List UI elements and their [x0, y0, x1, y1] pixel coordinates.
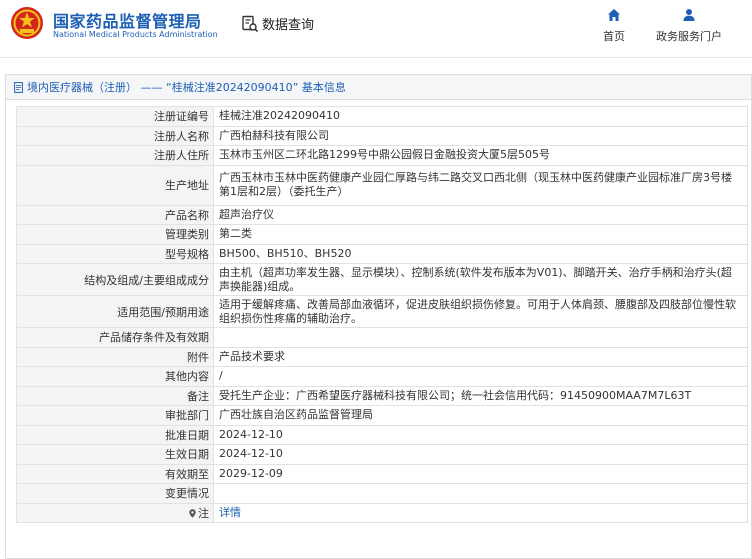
table-row: 产品储存条件及有效期 — [16, 327, 748, 348]
data-query-label: 数据查询 — [262, 18, 315, 33]
table-row: 管理类别 第二类 — [16, 224, 748, 245]
table-row: 备注 受托生产企业：广西希望医疗器械科技有限公司；统一社会信用代码：914509… — [16, 385, 748, 406]
field-value: 玉林市玉州区二环北路1299号中鼎公园假日金融投资大厦5层505号 — [213, 145, 748, 166]
field-value: 超声治疗仪 — [213, 204, 748, 225]
note-label-cell: 注 — [16, 502, 214, 523]
field-value: 2024-12-10 — [213, 444, 748, 465]
table-row: 产品名称 超声治疗仪 — [16, 204, 748, 225]
details-link[interactable]: 详情 — [219, 506, 241, 519]
table-row: 有效期至 2029-12-09 — [16, 463, 748, 484]
field-label: 产品名称 — [16, 204, 214, 225]
field-label: 生产地址 — [16, 164, 214, 206]
table-row: 其他内容 / — [16, 366, 748, 387]
table-row: 注册人住所 玉林市玉州区二环北路1299号中鼎公园假日金融投资大厦5层505号 — [16, 145, 748, 166]
field-value: / — [213, 366, 748, 387]
nav-home[interactable]: 首页 — [603, 8, 625, 44]
table-row: 结构及组成/主要组成成分 由主机（超声功率发生器、显示模块）、控制系统(软件发布… — [16, 263, 748, 296]
table-row: 注册人名称 广西柏赫科技有限公司 — [16, 125, 748, 146]
nav-service-label: 政务服务门户 — [656, 30, 722, 43]
field-value: 广西柏赫科技有限公司 — [213, 125, 748, 146]
note-label: 注 — [198, 506, 209, 520]
field-value: 广西壮族自治区药品监督管理局 — [213, 405, 748, 426]
field-value: 受托生产企业：广西希望医疗器械科技有限公司；统一社会信用代码：91450900M… — [213, 385, 748, 406]
table-row: 注 详情 — [16, 502, 748, 523]
field-label: 注册人住所 — [16, 145, 214, 166]
field-label: 有效期至 — [16, 463, 214, 484]
document-search-icon — [242, 15, 259, 32]
location-pin-icon — [189, 509, 196, 518]
table-row: 适用范围/预期用途 适用于缓解疼痛、改善局部血液循环，促进皮肤组织损伤修复。可用… — [16, 295, 748, 328]
field-label: 批准日期 — [16, 424, 214, 445]
field-value: 适用于缓解疼痛、改善局部血液循环，促进皮肤组织损伤修复。可用于人体肩颈、腰腹部及… — [213, 295, 748, 328]
home-icon — [608, 9, 620, 21]
document-icon — [14, 81, 23, 93]
field-value: 2029-12-09 — [213, 463, 748, 484]
panel-title: 境内医疗器械（注册） —— “桂械注准20242090410” 基本信息 — [6, 75, 751, 100]
field-label: 注册证编号 — [16, 106, 214, 127]
field-label: 适用范围/预期用途 — [16, 295, 214, 328]
table-row: 批准日期 2024-12-10 — [16, 424, 748, 445]
field-label: 型号规格 — [16, 243, 214, 264]
field-label: 产品储存条件及有效期 — [16, 327, 214, 348]
field-value — [213, 327, 748, 348]
table-row: 附件 产品技术要求 — [16, 346, 748, 367]
field-label: 备注 — [16, 385, 214, 406]
field-value — [213, 483, 748, 504]
brand-title[interactable]: 国家药品监督管理局 — [53, 8, 202, 32]
field-label: 注册人名称 — [16, 125, 214, 146]
field-label: 其他内容 — [16, 366, 214, 387]
field-label: 管理类别 — [16, 224, 214, 245]
table-row: 注册证编号 桂械注准20242090410 — [16, 106, 748, 127]
field-label: 结构及组成/主要组成成分 — [16, 263, 214, 296]
nav-service-portal[interactable]: 政务服务门户 — [656, 8, 722, 44]
field-value: 产品技术要求 — [213, 346, 748, 367]
table-row: 审批部门 广西壮族自治区药品监督管理局 — [16, 405, 748, 426]
user-icon — [683, 9, 695, 21]
data-query-title[interactable]: 数据查询 — [241, 14, 314, 33]
table-row: 生产地址 广西玉林市玉林中医药健康产业园仁厚路与纬二路交叉口西北侧（现玉林中医药… — [16, 164, 748, 206]
field-value: BH500、BH510、BH520 — [213, 243, 748, 264]
table-row: 生效日期 2024-12-10 — [16, 444, 748, 465]
detail-panel: 境内医疗器械（注册） —— “桂械注准20242090410” 基本信息 注册证… — [5, 74, 752, 559]
panel-title-text: 境内医疗器械（注册） —— “桂械注准20242090410” 基本信息 — [27, 80, 346, 94]
brand-subtitle: National Medical Products Administration — [53, 30, 218, 39]
field-label: 生效日期 — [16, 444, 214, 465]
field-value: 2024-12-10 — [213, 424, 748, 445]
field-value: 第二类 — [213, 224, 748, 245]
field-value: 桂械注准20242090410 — [213, 106, 748, 127]
table-row: 型号规格 BH500、BH510、BH520 — [16, 243, 748, 264]
field-label: 审批部门 — [16, 405, 214, 426]
note-value: 详情 — [213, 502, 748, 523]
detail-table: 注册证编号 桂械注准20242090410 注册人名称 广西柏赫科技有限公司 注… — [16, 106, 748, 523]
site-header: 国家药品监督管理局 National Medical Products Admi… — [0, 0, 752, 58]
field-value: 由主机（超声功率发生器、显示模块）、控制系统(软件发布版本为V01)、脚踏开关、… — [213, 263, 748, 296]
national-emblem-icon — [11, 7, 43, 39]
field-value: 广西玉林市玉林中医药健康产业园仁厚路与纬二路交叉口西北侧（现玉林中医药健康产业园… — [213, 164, 748, 206]
field-label: 变更情况 — [16, 483, 214, 504]
table-row: 变更情况 — [16, 483, 748, 504]
field-label: 附件 — [16, 346, 214, 367]
nav-home-label: 首页 — [603, 30, 625, 43]
